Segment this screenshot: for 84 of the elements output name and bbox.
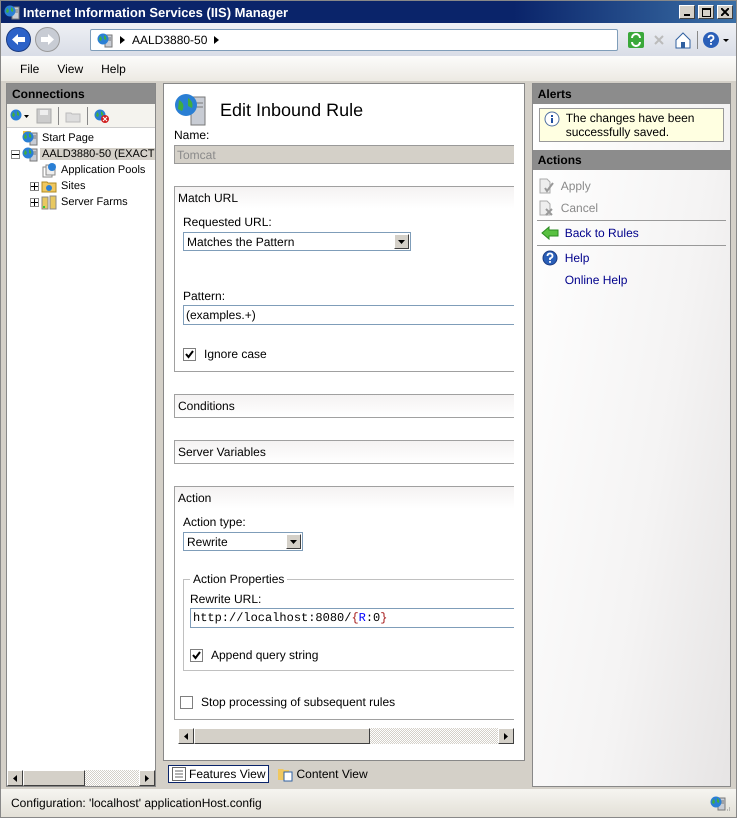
checkbox-label[interactable]: Ignore case xyxy=(204,347,267,361)
globe-server-icon xyxy=(22,146,38,162)
document-x-icon xyxy=(538,200,554,216)
globe-server-icon xyxy=(710,795,730,811)
back-arrow-icon xyxy=(540,226,559,240)
right-arrow-icon xyxy=(504,732,508,740)
maximize-button[interactable] xyxy=(698,5,714,19)
plus-icon xyxy=(31,198,38,206)
globe-disconnect-icon xyxy=(94,108,110,124)
view-tab[interactable]: Features View xyxy=(168,765,270,783)
minimize-button[interactable] xyxy=(679,5,695,19)
checkbox[interactable] xyxy=(180,696,193,708)
tree-item[interactable]: Sites xyxy=(59,180,88,192)
status-text: Configuration: 'localhost' applicationHost.config xyxy=(11,796,262,810)
help-icon xyxy=(542,250,558,266)
group-title: Action Properties xyxy=(190,572,288,586)
globe-server-icon xyxy=(22,130,38,146)
action-link[interactable]: Back to Rules xyxy=(564,226,639,240)
plus-icon xyxy=(31,182,38,190)
action-type-dropdown[interactable]: Rewrite xyxy=(183,532,303,551)
globe-server-icon xyxy=(97,32,113,48)
checkmark-icon xyxy=(185,350,194,358)
address-bar[interactable]: AALD3880-50 xyxy=(90,28,618,50)
page-title: Edit Inbound Rule xyxy=(220,100,364,120)
requested-url-dropdown[interactable]: Matches the Pattern xyxy=(183,232,411,251)
tree-item[interactable]: Server Farms xyxy=(59,196,130,208)
right-arrow-icon xyxy=(145,774,149,782)
help-button[interactable] xyxy=(702,30,732,50)
globe-icon xyxy=(10,108,30,124)
home-button[interactable] xyxy=(673,30,693,50)
dropdown-arrow-icon xyxy=(290,540,297,544)
info-icon xyxy=(544,111,560,127)
checkbox[interactable] xyxy=(183,348,196,360)
menu-item[interactable]: Help xyxy=(92,62,135,76)
left-arrow-icon xyxy=(13,774,17,782)
field-label: Pattern: xyxy=(183,289,226,303)
field-label: Name: xyxy=(174,128,210,142)
action-link[interactable]: Online Help xyxy=(564,273,628,287)
expand-button[interactable] xyxy=(30,198,39,206)
horizontal-scrollbar[interactable] xyxy=(7,770,155,786)
pattern-field[interactable]: (examples.+) xyxy=(183,305,514,325)
menu-item[interactable]: View xyxy=(48,62,92,76)
field-label: Action type: xyxy=(183,515,247,529)
checkmark-icon xyxy=(192,650,201,660)
left-arrow-icon xyxy=(184,732,188,740)
expand-button[interactable] xyxy=(30,182,39,190)
close-icon xyxy=(721,8,729,16)
dropdown-arrow-icon xyxy=(398,240,405,244)
back-button[interactable] xyxy=(6,27,31,52)
breadcrumb[interactable]: AALD3880-50 xyxy=(132,32,208,46)
checkbox-label[interactable]: Append query string xyxy=(211,648,318,662)
menu-item[interactable]: File xyxy=(11,62,48,76)
field-label: Rewrite URL: xyxy=(190,592,262,606)
checkbox-label[interactable]: Stop processing of subsequent rules xyxy=(201,695,396,709)
folder-document-icon xyxy=(277,766,294,782)
collapse-button[interactable] xyxy=(11,150,20,158)
panel-header: Alerts xyxy=(532,84,730,104)
rewrite-url-field[interactable]: http://localhost:8080/{R:0} xyxy=(190,608,514,628)
refresh-button[interactable] xyxy=(626,30,646,50)
document-check-icon xyxy=(538,178,554,194)
globe-server-icon xyxy=(174,93,208,127)
tree-item[interactable]: Application Pools xyxy=(59,164,148,176)
tree-item[interactable]: Start Page xyxy=(40,132,96,144)
caret-icon xyxy=(213,34,220,44)
panel-header: Actions xyxy=(532,150,730,170)
horizontal-scrollbar[interactable] xyxy=(178,728,514,744)
view-tab[interactable]: Content View xyxy=(273,764,372,784)
maximize-icon xyxy=(702,8,710,16)
action-link[interactable]: Help xyxy=(564,251,590,265)
home-icon xyxy=(674,30,692,48)
field-label: Requested URL: xyxy=(183,215,273,229)
alert-message: The changes have been successfully saved. xyxy=(566,111,696,139)
checkbox[interactable] xyxy=(190,648,203,662)
tree-item[interactable]: AALD3880-50 (EXACT xyxy=(40,148,155,160)
app-icon xyxy=(4,4,20,20)
close-button[interactable] xyxy=(717,5,733,19)
panel-header: Connections xyxy=(7,84,155,104)
caret-icon xyxy=(119,34,126,44)
server-rack-icon xyxy=(41,194,57,210)
refresh-icon xyxy=(628,32,644,48)
pools-icon xyxy=(41,162,57,178)
window-title: Internet Information Services (IIS) Manager xyxy=(23,4,290,20)
help-icon xyxy=(702,30,730,48)
list-view-icon xyxy=(172,767,186,781)
